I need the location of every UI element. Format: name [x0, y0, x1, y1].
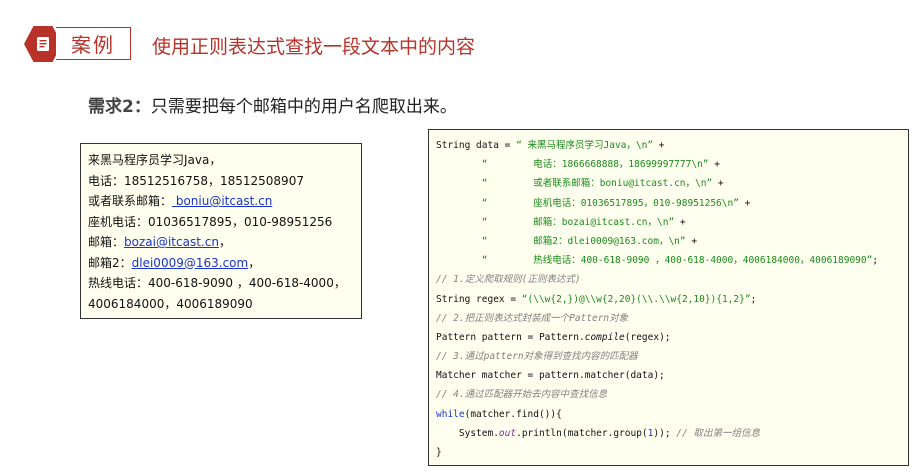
code-line: “ 电话：1866668888，18699997777\n” + — [436, 155, 908, 174]
case-badge-label: 案例 — [56, 27, 131, 60]
email-link[interactable]: dlei0009@163.com — [132, 256, 249, 270]
code-text: String regex = — [436, 293, 522, 305]
code-line: String data = “ 来黑马程序员学习Java，\n” + — [436, 136, 908, 155]
code-block: String data = “ 来黑马程序员学习Java，\n” + “ 电话：… — [428, 129, 909, 466]
code-text: ; — [750, 293, 757, 305]
code-line: “ 座机电话：01036517895，010-98951256\n” + — [436, 194, 908, 213]
code-method: compile — [584, 331, 625, 343]
sample-line-suffix: ， — [218, 235, 231, 249]
code-keyword: while — [436, 408, 465, 420]
code-comment: // 4.通过匹配器开始去内容中查找信息 — [436, 389, 608, 401]
sample-line: 4006184000，4006189090 — [88, 296, 253, 311]
code-comment: // 1.定义爬取规则(正则表达式) — [436, 274, 581, 286]
code-text: + — [712, 178, 724, 190]
sample-line: 热线电话：400-618-9090 ，400-618-4000， — [88, 276, 346, 290]
slide-header: 案例 使用正则表达式查找一段文本中的内容 — [0, 0, 918, 80]
sample-line-prefix: 或者联系邮箱： — [88, 194, 173, 208]
sample-line: 座机电话：01036517895，010-98951256 — [88, 214, 333, 229]
code-string: “ 座机电话：01036517895，010-98951256\n” — [436, 197, 739, 209]
code-text: ; — [872, 255, 879, 267]
code-string: “ 或者联系邮箱：boniu@itcast.cn，\n” — [436, 178, 713, 190]
code-line: “ 热线电话：400-618-9090 ，400-618-4000，400618… — [436, 251, 908, 270]
code-line: while(matcher.find()){ — [436, 405, 908, 424]
code-text: + — [653, 140, 665, 151]
code-line: Matcher matcher = pattern.matcher(data); — [436, 370, 665, 382]
code-string: “(\\w{2,})@\\w{2,20}(\\.\\w{2,10}){1,2}” — [521, 293, 751, 305]
code-text: System. — [436, 427, 499, 439]
requirement-heading: 需求2：只需要把每个邮箱中的用户名爬取出来。 — [88, 92, 457, 117]
code-text: .println(matcher.group( — [516, 427, 648, 439]
code-line: “ 邮箱：bozai@itcast.cn，\n” + — [436, 213, 908, 232]
code-comment: // 取出第一组信息 — [676, 427, 760, 439]
sample-line: 邮箱2：dlei0009@163.com， — [88, 253, 361, 274]
code-line: “ 邮箱2：dlei0009@163.com，\n” + — [436, 232, 908, 251]
code-string: “ 电话：1866668888，18699997777\n” — [436, 159, 709, 171]
code-text: (regex); — [624, 331, 671, 343]
code-text: Pattern pattern = Pattern. — [436, 331, 585, 343]
code-text: + — [685, 235, 698, 247]
code-comment: // 2.把正则表达式封装成一个Pattern对象 — [436, 312, 629, 324]
code-comment: // 3.通过pattern对象得到查找内容的匹配器 — [436, 351, 638, 363]
code-text: + — [708, 159, 720, 171]
code-line: } — [436, 447, 442, 458]
code-string: “ 热线电话：400-618-9090 ，400-618-4000，400618… — [436, 255, 873, 267]
code-text: + — [674, 216, 686, 228]
code-line: Pattern pattern = Pattern.compile(regex)… — [436, 328, 908, 347]
sample-line: 或者联系邮箱： boniu@itcast.cn — [88, 191, 361, 212]
sample-line-prefix: 邮箱： — [88, 235, 125, 249]
sample-text-box: 来黑马程序员学习Java， 电话：18512516758，18512508907… — [80, 143, 362, 319]
sample-line-suffix: ， — [248, 255, 261, 270]
sample-line: 来黑马程序员学习Java， — [88, 153, 222, 167]
sample-line: 邮箱：bozai@itcast.cn， — [88, 232, 361, 253]
document-icon — [37, 37, 49, 51]
code-text: String data = — [436, 140, 517, 151]
code-text: (matcher.find()){ — [464, 408, 562, 420]
code-line: “ 或者联系邮箱：boniu@itcast.cn，\n” + — [436, 174, 908, 193]
email-link[interactable]: boniu@itcast.cn — [172, 194, 272, 208]
requirement-label: 需求2： — [88, 97, 151, 117]
code-string: “ 来黑马程序员学习Java，\n” — [516, 140, 654, 151]
code-line: System.out.println(matcher.group(1)); //… — [436, 424, 908, 443]
requirement-text: 只需要把每个邮箱中的用户名爬取出来。 — [150, 97, 457, 117]
code-field: out — [498, 427, 517, 439]
sample-line: 电话：18512516758，18512508907 — [88, 173, 304, 188]
code-string: “ 邮箱：bozai@itcast.cn，\n” — [436, 216, 675, 228]
code-string: “ 邮箱2：dlei0009@163.com，\n” — [436, 235, 686, 247]
sample-line-prefix: 邮箱2： — [88, 255, 132, 270]
code-text: )); — [653, 427, 677, 439]
code-text: + — [738, 197, 751, 209]
code-line: String regex = “(\\w{2,})@\\w{2,20}(\\.\… — [436, 290, 908, 309]
page-title: 使用正则表达式查找一段文本中的内容 — [152, 36, 476, 58]
email-link[interactable]: bozai@itcast.cn — [124, 235, 219, 249]
